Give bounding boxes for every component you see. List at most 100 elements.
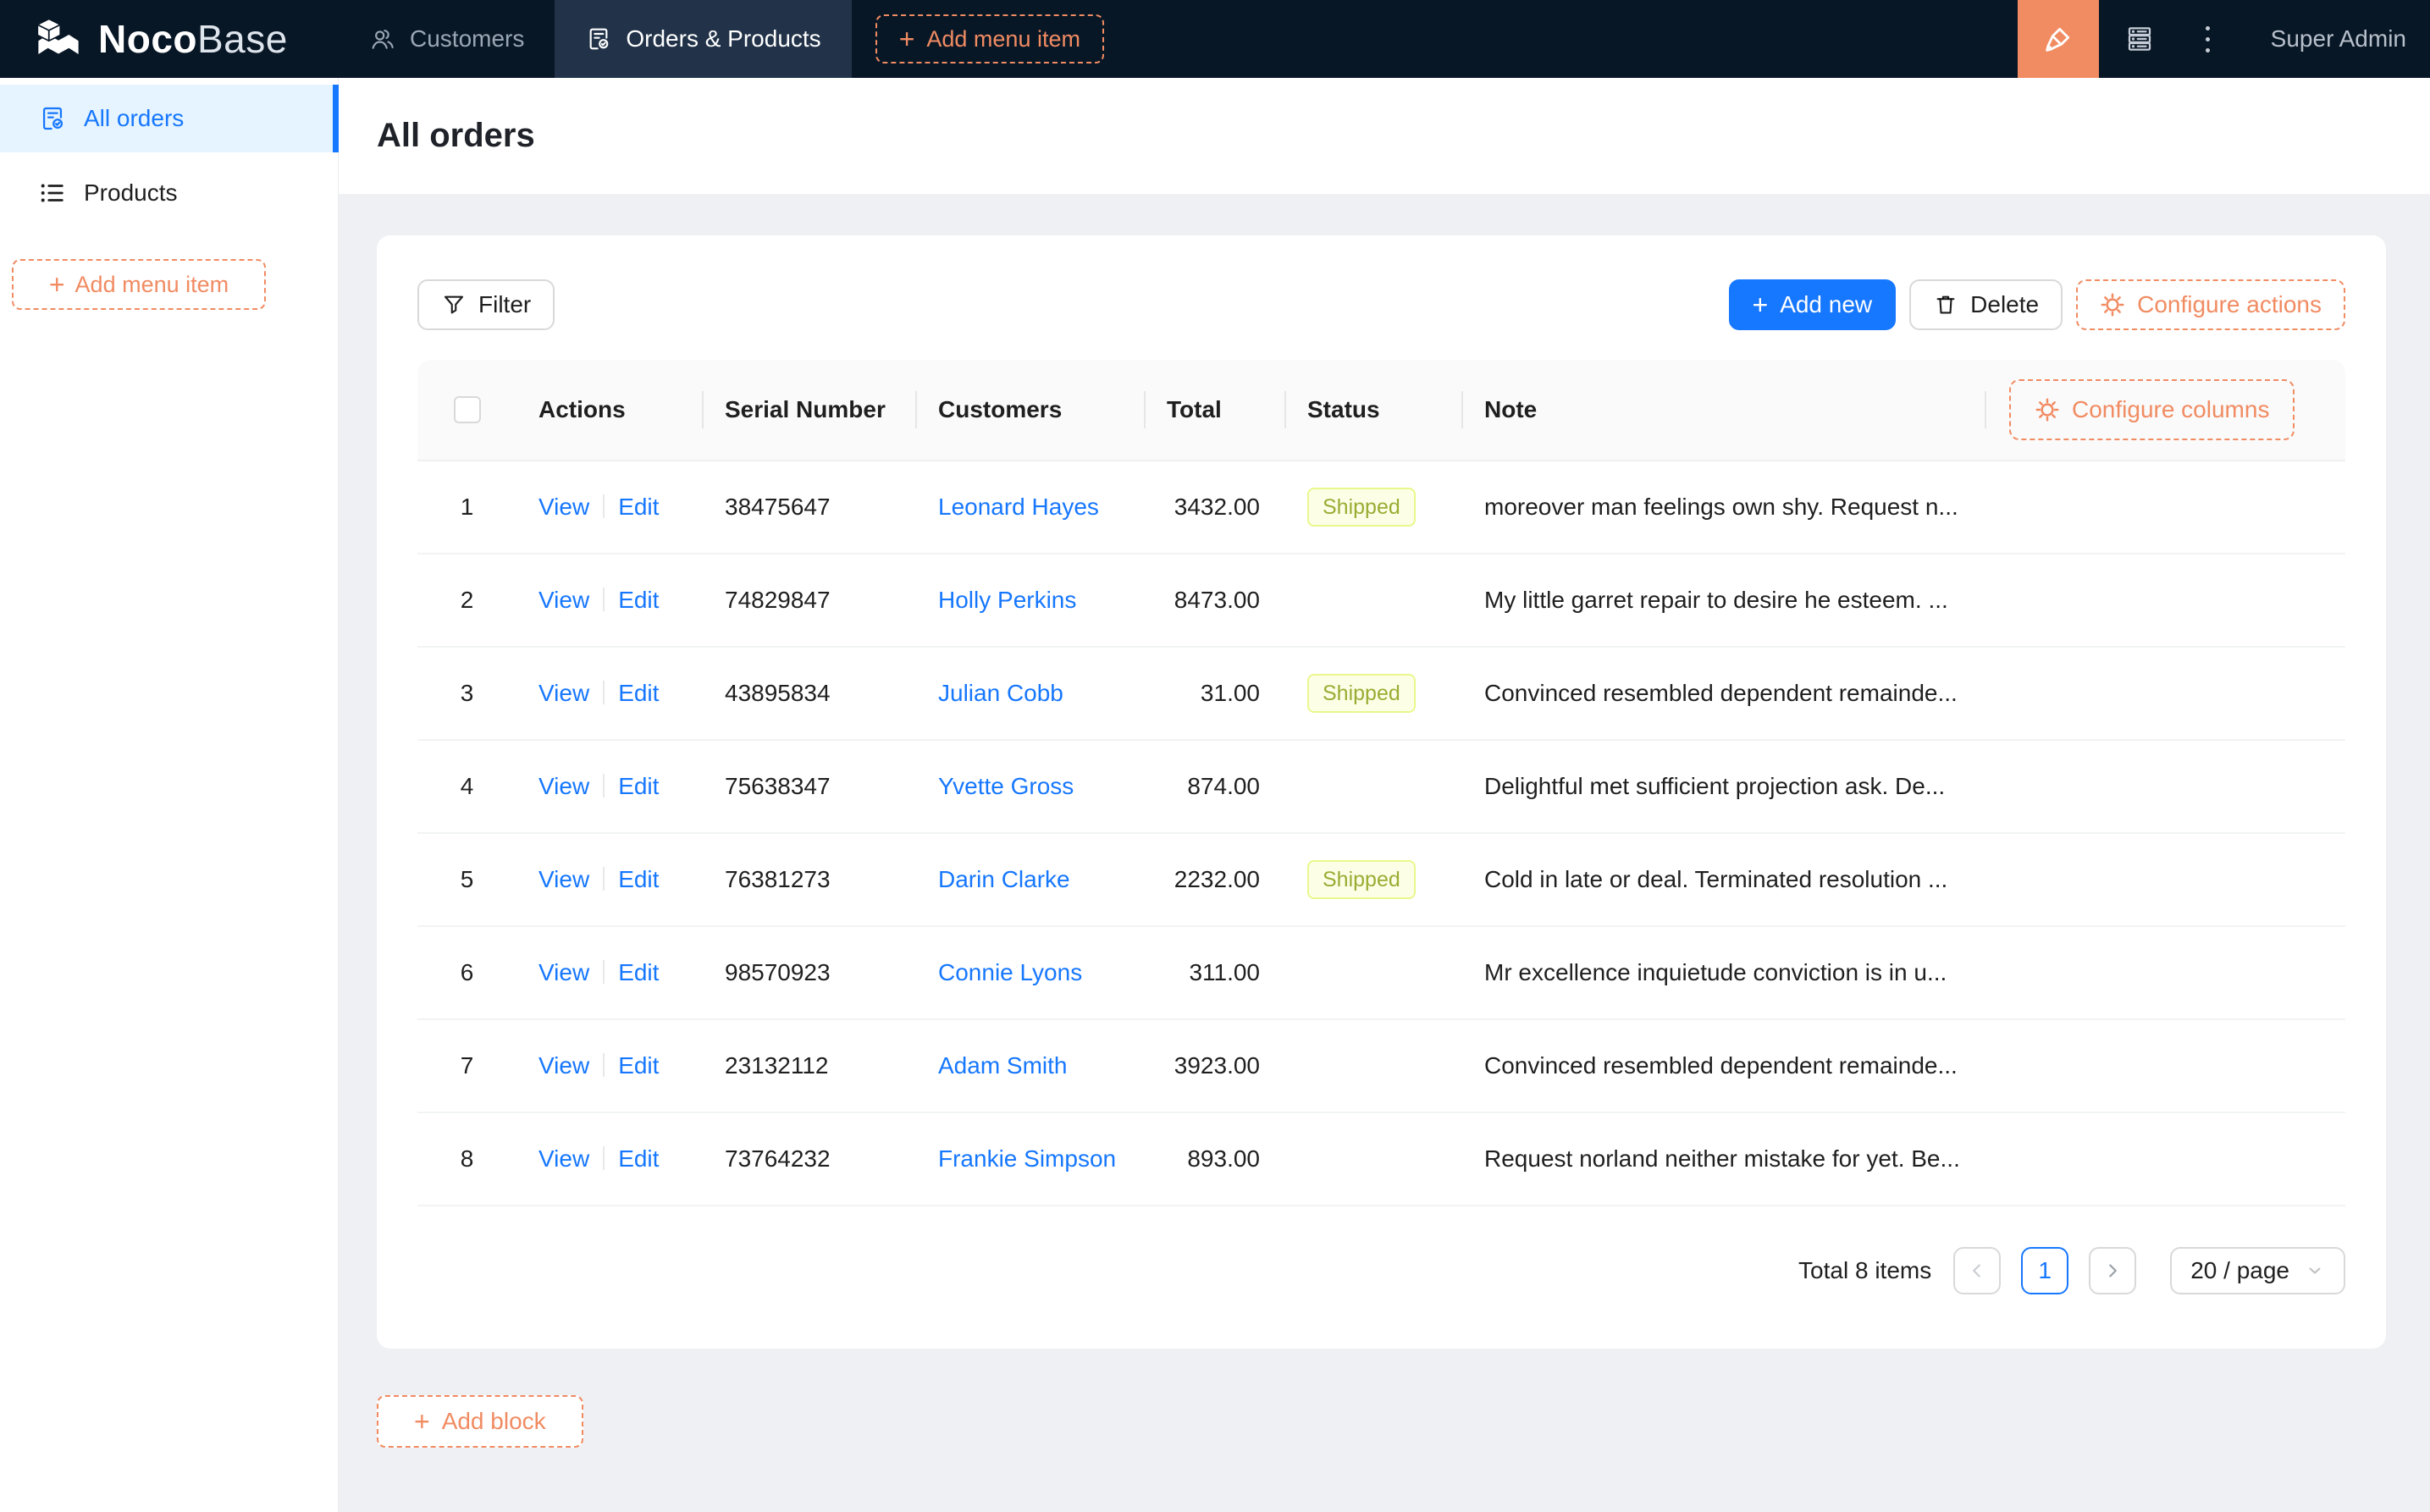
edit-link[interactable]: Edit [618, 866, 659, 892]
edit-link[interactable]: Edit [618, 680, 659, 706]
sidebar-menu: All orders Products [0, 85, 338, 227]
customer-link[interactable]: Holly Perkins [938, 587, 1076, 613]
row-actions-cell: View Edit [516, 587, 703, 614]
row-index: 7 [461, 1052, 474, 1079]
edit-link[interactable]: Edit [618, 773, 659, 799]
pagination-prev-button[interactable] [1953, 1247, 2001, 1294]
view-link[interactable]: View [538, 587, 589, 613]
users-icon [369, 25, 396, 52]
add-menu-item-button-top[interactable]: + Add menu item [875, 14, 1104, 63]
plugin-manager-button[interactable] [2099, 0, 2180, 78]
view-link[interactable]: View [538, 866, 589, 892]
plus-icon: + [414, 1408, 430, 1435]
nav-item-customers[interactable]: Customers [339, 0, 555, 78]
configure-columns-button[interactable]: Configure columns [2009, 379, 2295, 440]
customer-link[interactable]: Adam Smith [938, 1052, 1068, 1079]
row-index: 6 [461, 959, 474, 986]
edit-link[interactable]: Edit [618, 494, 659, 520]
page-content: Filter + Add new Delete [339, 195, 2430, 1512]
sidebar: All orders Products + Add menu item [0, 78, 339, 1512]
table-row[interactable]: 1 ViewEdit 38475647 Leonard Hayes 3432.0… [417, 461, 2345, 555]
orders-table-block: Filter + Add new Delete [377, 235, 2386, 1349]
filter-button[interactable]: Filter [417, 279, 555, 330]
row-actions-cell: View Edit [516, 1145, 703, 1173]
sidebar-item-all-orders[interactable]: All orders [0, 85, 338, 152]
toolbar-right-actions: + Add new Delete Config [1729, 279, 2346, 330]
view-link[interactable]: View [538, 680, 589, 706]
total-cell: 893.00 [1145, 1145, 1285, 1173]
add-block-button[interactable]: + Add block [377, 1395, 583, 1448]
link-divider [603, 1053, 605, 1077]
table-row[interactable]: 5 ViewEdit 76381273 Darin Clarke 2232.00… [417, 834, 2345, 927]
row-select-cell[interactable]: 2 [417, 587, 516, 614]
row-select-cell[interactable]: 7 [417, 1052, 516, 1079]
note-cell: Convinced resembled dependent remainde..… [1462, 680, 2345, 707]
row-select-cell[interactable]: 8 [417, 1145, 516, 1173]
sidebar-item-products[interactable]: Products [0, 159, 338, 227]
ui-editor-toggle-button[interactable] [2018, 0, 2099, 78]
total-cell: 874.00 [1145, 773, 1285, 800]
page-size-select[interactable]: 20 / page [2170, 1247, 2345, 1294]
customer-cell: Julian Cobb [916, 680, 1145, 707]
customer-link[interactable]: Yvette Gross [938, 773, 1074, 799]
delete-button[interactable]: Delete [1909, 279, 2063, 330]
table-row[interactable]: 8 View Edit 73764232 Frankie Simpson 893.… [417, 1113, 2345, 1206]
edit-link[interactable]: Edit [618, 959, 659, 985]
filter-label: Filter [478, 291, 531, 318]
select-all-checkbox[interactable] [454, 396, 481, 423]
view-link[interactable]: View [538, 494, 589, 520]
row-select-cell[interactable]: 5 [417, 866, 516, 893]
row-select-cell[interactable]: 6 [417, 959, 516, 986]
edit-link[interactable]: Edit [618, 1052, 659, 1079]
serial-number-cell: 75638347 [703, 773, 916, 800]
row-select-cell[interactable]: 3 [417, 680, 516, 707]
table-row[interactable]: 4 ViewEdit 75638347 Yvette Gross 874.00 … [417, 741, 2345, 834]
serial-number-cell: 43895834 [703, 680, 916, 707]
table-row[interactable]: 6 ViewEdit 98570923 Connie Lyons 311.00 … [417, 927, 2345, 1020]
add-block-label: Add block [442, 1408, 546, 1435]
pagination-next-button[interactable] [2089, 1247, 2136, 1294]
gear-icon [2100, 292, 2125, 317]
view-link[interactable]: View [538, 773, 589, 799]
row-select-cell[interactable]: 4 [417, 773, 516, 800]
view-link[interactable]: View [538, 1145, 589, 1172]
row-actions-cell: View Edit [516, 680, 703, 707]
chevron-left-icon [1966, 1260, 1988, 1282]
app-logo[interactable]: NocoBase [0, 0, 339, 78]
configure-actions-button[interactable]: Configure actions [2076, 279, 2345, 330]
row-select-cell[interactable]: 1 [417, 494, 516, 521]
table-body: 1 ViewEdit 38475647 Leonard Hayes 3432.0… [417, 461, 2345, 1206]
select-all-cell [417, 360, 516, 460]
page-size-value: 20 / page [2190, 1257, 2289, 1284]
table-header-row: Actions Serial Number Customers Total St… [417, 360, 2345, 461]
column-header-customers: Customers [916, 360, 1145, 460]
nocobase-logo-icon [34, 16, 83, 62]
view-link[interactable]: View [538, 959, 589, 985]
configure-columns-cell: Configure columns [1985, 360, 2345, 460]
plus-icon: + [899, 25, 915, 52]
chevron-right-icon [2101, 1260, 2123, 1282]
table-row[interactable]: 3 ViewEdit 43895834 Julian Cobb 31.00 Sh… [417, 648, 2345, 741]
add-new-button[interactable]: + Add new [1729, 279, 1897, 330]
customer-link[interactable]: Darin Clarke [938, 866, 1070, 892]
serial-number-cell: 73764232 [703, 1145, 916, 1173]
customer-link[interactable]: Frankie Simpson [938, 1145, 1116, 1172]
serial-number-cell: 76381273 [703, 866, 916, 893]
edit-link[interactable]: Edit [618, 587, 659, 613]
user-menu[interactable]: Super Admin [2235, 0, 2430, 78]
view-link[interactable]: View [538, 1052, 589, 1079]
add-menu-item-button-sidebar[interactable]: + Add menu item [12, 259, 266, 310]
customer-link[interactable]: Leonard Hayes [938, 494, 1099, 520]
pagination-page-1[interactable]: 1 [2021, 1247, 2068, 1294]
row-actions-cell: View Edit [516, 773, 703, 800]
customer-link[interactable]: Connie Lyons [938, 959, 1082, 985]
total-cell: 311.00 [1145, 959, 1285, 986]
table-row[interactable]: 2 ViewEdit 74829847 Holly Perkins 8473.0… [417, 555, 2345, 648]
more-actions-button[interactable] [2180, 0, 2235, 78]
edit-link[interactable]: Edit [618, 1145, 659, 1172]
link-divider [603, 681, 605, 704]
customer-cell: Adam Smith [916, 1052, 1145, 1079]
customer-link[interactable]: Julian Cobb [938, 680, 1063, 706]
nav-item-orders-products[interactable]: Orders & Products [555, 0, 851, 78]
table-row[interactable]: 7 ViewEdit 23132112 Adam Smith 3923.00 C… [417, 1020, 2345, 1113]
